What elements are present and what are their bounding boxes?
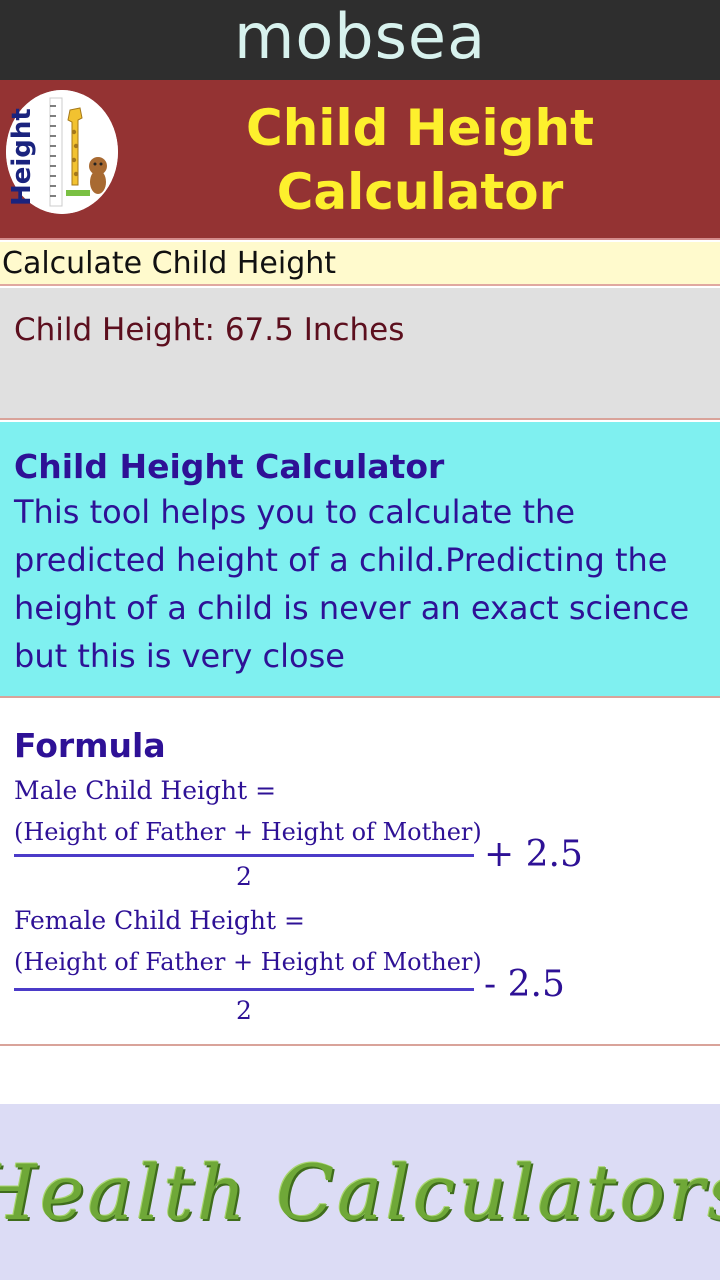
app-header: Height Child Height Calculator — [0, 80, 720, 240]
page-title-line-2: Calculator — [276, 163, 564, 221]
brand-name: mobsea — [233, 0, 487, 73]
male-formula-denominator: 2 — [236, 862, 252, 891]
health-calculators-banner[interactable]: Health Calculators — [0, 1104, 720, 1280]
formula-title: Formula — [14, 726, 166, 765]
formula-panel: Formula Male Child Height = (Height of F… — [0, 700, 720, 1046]
result-text: Child Height: 67.5 Inches — [14, 312, 405, 348]
page-title-line-1: Child Height — [246, 99, 594, 157]
result-panel: Child Height: 67.5 Inches — [0, 288, 720, 420]
calculate-child-height-link[interactable]: Calculate Child Height — [0, 242, 720, 286]
app-top-bar: mobsea — [0, 0, 720, 80]
female-formula-denominator: 2 — [236, 996, 252, 1025]
female-fraction-bar — [14, 988, 474, 991]
male-formula-numerator: (Height of Father + Height of Mother) — [14, 818, 482, 846]
female-formula-numerator: (Height of Father + Height of Mother) — [14, 948, 482, 976]
about-title: Child Height Calculator — [14, 447, 445, 486]
banner-text: Health Calculators — [0, 1147, 720, 1237]
logo-height-label: Height — [8, 108, 37, 206]
male-formula-label: Male Child Height = — [14, 776, 277, 805]
about-description: This tool helps you to calculate the pre… — [14, 493, 690, 675]
male-fraction-bar — [14, 854, 474, 857]
male-formula-adjustment: + 2.5 — [484, 834, 583, 875]
svg-text:Height: Height — [8, 108, 37, 206]
female-formula-adjustment: - 2.5 — [484, 964, 565, 1005]
female-formula-label: Female Child Height = — [14, 906, 305, 935]
about-panel: Child Height Calculator This tool helps … — [0, 422, 720, 698]
page-title: Child Height Calculator — [170, 96, 670, 224]
